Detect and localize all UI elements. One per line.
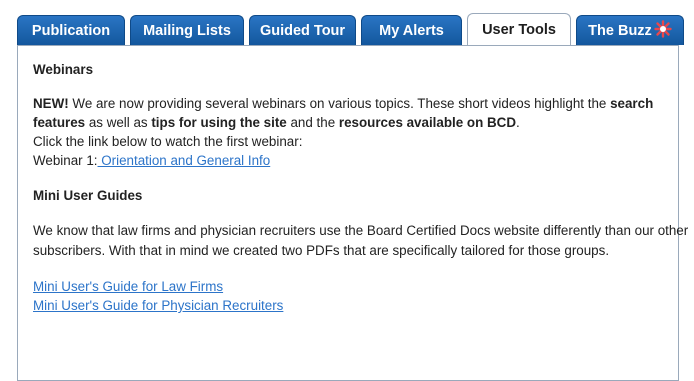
tab-label: My Alerts: [379, 22, 444, 39]
tips-text: tips for using the site: [151, 115, 287, 130]
law-firms-guide-link[interactable]: Mini User's Guide for Law Firms: [33, 279, 223, 294]
resources-text: resources available on BCD: [338, 115, 517, 130]
tab-the-buzz[interactable]: The Buzz: [576, 15, 684, 45]
tab-bar: Publication Mailing Lists Guided Tour My…: [17, 13, 684, 45]
webinars-intro: NEW! We are now providing several webina…: [33, 96, 654, 130]
tab-my-alerts[interactable]: My Alerts: [361, 15, 462, 45]
user-tools-content: Webinars NEW! We are now providing sever…: [33, 60, 693, 315]
mini-user-guides-heading: Mini User Guides: [33, 188, 143, 203]
tab-label: Mailing Lists: [143, 22, 231, 39]
physician-recruiters-guide-link[interactable]: Mini User's Guide for Physician Recruite…: [33, 298, 283, 313]
buzz-starburst-icon: [654, 19, 672, 42]
webinar-1-link[interactable]: Orientation and General Info: [98, 153, 270, 168]
webinar-1-line: Webinar 1: Orientation and General Info: [33, 151, 693, 170]
tab-label: User Tools: [482, 21, 556, 38]
tab-user-tools[interactable]: User Tools: [467, 13, 571, 45]
tab-label: Guided Tour: [259, 22, 346, 39]
mini-user-guides-body: We know that law firms and physician rec…: [33, 223, 689, 258]
webinars-heading: Webinars: [33, 62, 94, 77]
tab-mailing-lists[interactable]: Mailing Lists: [130, 15, 244, 45]
tab-guided-tour[interactable]: Guided Tour: [249, 15, 356, 45]
webinars-instruction: Click the link below to watch the first …: [33, 134, 303, 149]
tab-label: The Buzz: [588, 22, 652, 39]
tab-label: Publication: [31, 22, 111, 39]
webinar-1-label: Webinar 1:: [33, 153, 98, 168]
tab-publication[interactable]: Publication: [17, 15, 125, 45]
new-label: NEW!: [33, 96, 69, 111]
